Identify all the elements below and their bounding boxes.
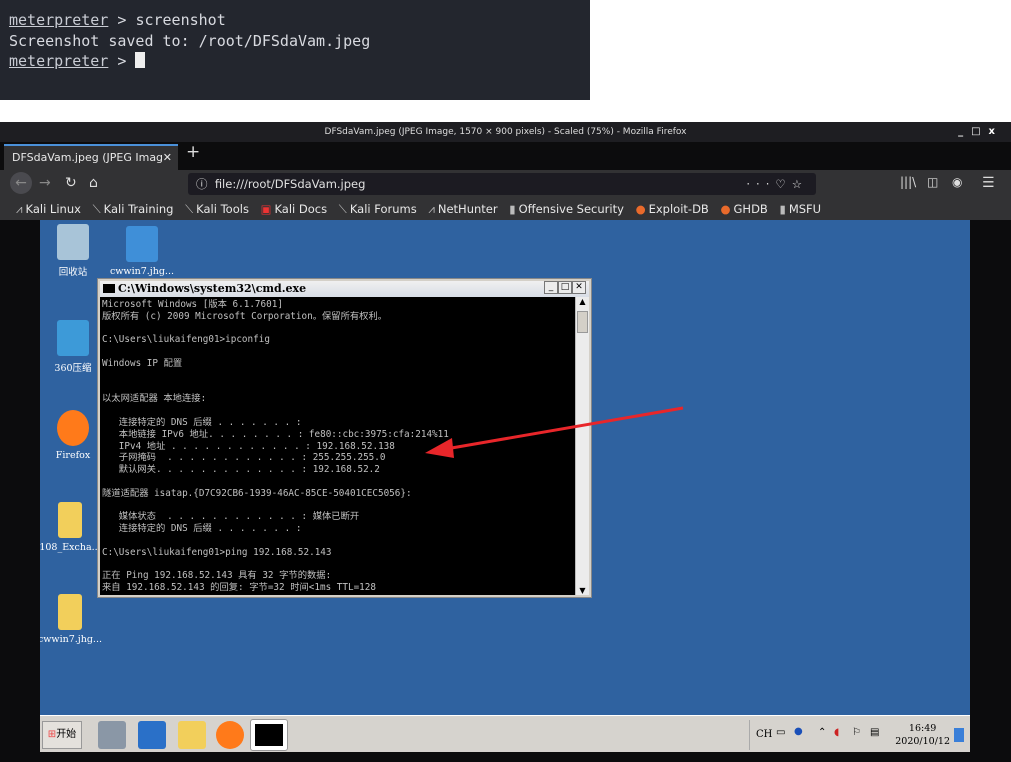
show-desktop-button[interactable] (954, 728, 964, 742)
kali-icon: ⟍ (338, 202, 347, 216)
minimize-icon[interactable]: _ (958, 126, 971, 137)
annotation-arrow (425, 406, 684, 458)
bookmark-kali-training[interactable]: ⟍ Kali Training (93, 202, 174, 216)
clock[interactable]: 16:49 2020/10/12 (895, 722, 950, 748)
system-tray: CH ▭ ● ⌃ ◖ ⚐ ▤ 16:49 2020/10/12 (749, 720, 964, 750)
info-icon[interactable]: ⓘ (196, 177, 208, 191)
language-indicator[interactable]: CH (756, 729, 772, 740)
back-icon[interactable]: ← (10, 172, 32, 194)
window-title: DFSdaVam.jpeg (JPEG Image, 1570 × 900 pi… (0, 122, 1011, 142)
window-controls[interactable]: _□x (958, 122, 1003, 142)
network-icon[interactable]: ▤ (870, 727, 879, 738)
action-center-flag-icon[interactable]: ⚐ (852, 727, 861, 738)
account-icon[interactable]: ◉ (952, 175, 962, 189)
new-tab-button[interactable]: + (186, 142, 200, 162)
windows-logo-icon: ⊞ (47, 729, 57, 740)
terminal-line: meterpreter > (9, 51, 581, 72)
navigation-bar: ← → ↻ ⌂ ⓘ file:///root/DFSdaVam.jpeg ···… (0, 170, 1011, 198)
msfu-icon: ▮ (779, 202, 786, 216)
reload-icon[interactable]: ↻ (65, 175, 77, 191)
cmd-icon (255, 724, 283, 746)
tab-bar: DFSdaVam.jpeg (JPEG Imag ✕ + (0, 142, 1011, 170)
arrow-head (425, 438, 454, 458)
explorer-icon[interactable] (178, 721, 206, 749)
bookmark-exploit-db[interactable]: ● Exploit-DB (636, 202, 709, 216)
bookmark-kali-docs[interactable]: ▣ Kali Docs (261, 202, 328, 216)
menu-icon[interactable]: ☰ (982, 175, 995, 191)
sidebar-icon[interactable]: ◫ (927, 175, 938, 189)
powershell-icon[interactable] (138, 721, 166, 749)
bookmark-kali-tools[interactable]: ⟍ Kali Tools (185, 202, 249, 216)
bookmark-offensive-security[interactable]: ▮ Offensive Security (509, 202, 624, 216)
bookmark-ghdb[interactable]: ● GHDB (720, 202, 767, 216)
ghdb-icon: ● (720, 202, 731, 216)
more-icon[interactable]: ··· (746, 177, 775, 191)
tab-active[interactable]: DFSdaVam.jpeg (JPEG Imag ✕ (4, 144, 178, 170)
library-icon[interactable]: |||\ (900, 175, 916, 189)
meterpreter-terminal[interactable]: meterpreter > screenshot Screenshot save… (0, 0, 590, 100)
close-icon[interactable]: x (989, 126, 1003, 137)
show-hidden-icon[interactable]: ⌃ (818, 727, 826, 738)
help-icon[interactable]: ● (794, 726, 803, 737)
volume-muted-icon[interactable]: ◖ (834, 727, 839, 738)
firefox-taskbar-icon[interactable] (216, 721, 244, 749)
exploit-db-icon: ● (635, 202, 646, 216)
start-button[interactable]: ⊞开始 (42, 721, 82, 749)
home-icon[interactable]: ⌂ (89, 175, 98, 191)
bookmark-nethunter[interactable]: ⩘ NetHunter (428, 202, 497, 216)
server-manager-icon[interactable] (98, 721, 126, 749)
pocket-icon[interactable]: ♡ (775, 177, 791, 191)
kali-icon: ⟍ (92, 202, 101, 216)
arrow-shaft (439, 406, 684, 452)
bookmark-msfu[interactable]: ▮ MSFU (779, 202, 821, 216)
bookmark-star-icon[interactable]: ☆ (792, 177, 808, 191)
close-tab-icon[interactable]: ✕ (163, 146, 172, 170)
terminal-line: meterpreter > screenshot (9, 11, 226, 29)
forward-icon[interactable]: → (39, 175, 51, 191)
terminal-output: Screenshot saved to: /root/DFSdaVam.jpeg (9, 31, 371, 50)
firefox-window: DFSdaVam.jpeg (JPEG Image, 1570 × 900 pi… (0, 122, 1011, 762)
cursor (135, 52, 146, 68)
kali-icon: ⩘ (16, 202, 23, 216)
nethunter-icon: ⩘ (428, 202, 435, 216)
kali-icon: ⟍ (185, 202, 194, 216)
bookmark-kali-forums[interactable]: ⟍ Kali Forums (339, 202, 417, 216)
bookmarks-toolbar: ⩘ Kali Linux ⟍ Kali Training ⟍ Kali Tools ▣… (0, 198, 1011, 220)
bookmark-kali-linux[interactable]: ⩘ Kali Linux (16, 202, 81, 216)
screenshot-image: 回收站 cwwin7.jhg... 360压缩 Firefox 108_Exch… (40, 220, 970, 752)
taskbar: ⊞开始 CH ▭ ● ⌃ ◖ ⚐ ▤ 16:49 2020/10/12 (40, 715, 970, 752)
docs-icon: ▣ (260, 202, 272, 216)
cmd-taskbar-button[interactable] (250, 719, 288, 751)
url-bar[interactable]: ⓘ file:///root/DFSdaVam.jpeg ···♡☆ (188, 173, 816, 195)
maximize-icon[interactable]: □ (971, 126, 988, 137)
offsec-icon: ▮ (509, 202, 516, 216)
keyboard-icon[interactable]: ▭ (776, 727, 785, 738)
